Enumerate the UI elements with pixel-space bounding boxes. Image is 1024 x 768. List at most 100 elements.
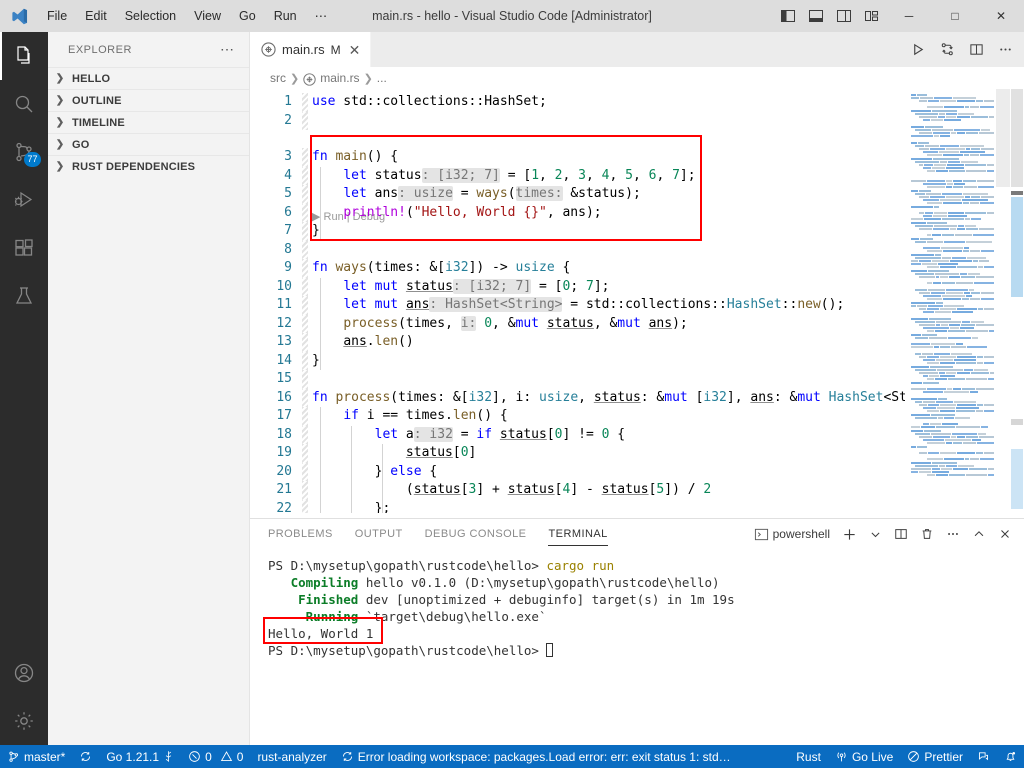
status-problems[interactable]: 0 0 [181, 745, 250, 768]
toggle-panel-icon[interactable] [802, 0, 830, 32]
folding-indicator[interactable] [302, 481, 308, 500]
sidebar-item-run-and-debug[interactable] [0, 176, 48, 224]
folding-indicator[interactable] [302, 351, 308, 370]
breadcrumb-symbol[interactable]: ... [377, 71, 387, 85]
split-terminal-icon[interactable] [890, 523, 912, 545]
folding-indicator[interactable] [302, 259, 308, 278]
sidebar-item-testing[interactable] [0, 272, 48, 320]
terminal-output[interactable]: PS D:\mysetup\gopath\rustcode\hello> car… [250, 549, 1024, 745]
toggle-primary-sidebar-icon[interactable] [774, 0, 802, 32]
close-panel-icon[interactable] [994, 523, 1016, 545]
folding-indicator[interactable] [302, 444, 308, 463]
minimap-slider[interactable] [996, 89, 1010, 187]
code-text[interactable]: fn ways(times: &[i32]) -> usize { [312, 259, 570, 278]
toggle-secondary-sidebar-icon[interactable] [830, 0, 858, 32]
folding-indicator[interactable] [302, 499, 308, 513]
tab-terminal[interactable]: TERMINAL [548, 519, 608, 549]
folding-indicator[interactable] [302, 462, 308, 481]
folding-indicator[interactable] [302, 93, 308, 112]
sidebar-item-explorer[interactable] [0, 32, 48, 80]
folding-indicator[interactable] [302, 388, 308, 407]
folding-indicator[interactable] [302, 314, 308, 333]
tab-debug-console[interactable]: DEBUG CONSOLE [425, 519, 527, 549]
accounts-button[interactable] [0, 649, 48, 697]
tab-problems[interactable]: PROBLEMS [268, 519, 333, 549]
run-and-debug-icon[interactable] [934, 37, 960, 63]
maximize-panel-icon[interactable] [968, 523, 990, 545]
status-notifications[interactable] [997, 745, 1024, 768]
menu-more[interactable]: ⋯ [306, 4, 337, 28]
folding-indicator[interactable] [302, 370, 308, 389]
tab-output[interactable]: OUTPUT [355, 519, 403, 549]
code-text[interactable]: ans.len() [312, 333, 413, 352]
split-editor-icon[interactable] [963, 37, 989, 63]
folding-indicator[interactable] [302, 425, 308, 444]
menu-run[interactable]: Run [265, 4, 306, 28]
status-go-version[interactable]: Go 1.21.1 [99, 745, 181, 768]
folding-indicator[interactable] [302, 166, 308, 185]
sidebar-item-source-control[interactable]: 77 [0, 128, 48, 176]
status-rust-analyzer[interactable]: rust-analyzer [250, 745, 333, 768]
code-text[interactable]: let ans: usize = ways(times: &status); [312, 185, 641, 204]
tab-main-rs[interactable]: main.rs M ✕ [250, 32, 372, 67]
sidebar-more-actions-icon[interactable]: ⋯ [220, 41, 241, 58]
code-text[interactable]: (status[3] + status[4] - status[5]) / 2 [312, 481, 711, 500]
sidebar-item-search[interactable] [0, 80, 48, 128]
terminal-dropdown-icon[interactable] [864, 523, 886, 545]
folding-indicator[interactable] [302, 203, 308, 222]
tab-close-icon[interactable]: ✕ [349, 43, 361, 57]
editor-scrollbar[interactable] [1010, 89, 1024, 513]
code-text[interactable]: } [312, 222, 320, 241]
status-feedback[interactable] [970, 745, 997, 768]
code-text[interactable]: let a: i32 = if status[0] != 0 { [312, 426, 625, 445]
code-text[interactable]: println!("Hello, World {}", ans); [312, 204, 601, 223]
editor-more-actions-icon[interactable] [992, 37, 1018, 63]
terminal-name-label[interactable]: powershell [773, 527, 830, 541]
status-prettier[interactable]: Prettier [900, 745, 970, 768]
menu-file[interactable]: File [38, 4, 76, 28]
sidebar-item-extensions[interactable] [0, 224, 48, 272]
folding-indicator[interactable] [302, 185, 308, 204]
status-workspace-error[interactable]: Error loading workspace: packages.Load e… [334, 745, 743, 768]
code-text[interactable]: fn main() { [312, 148, 398, 167]
run-code-icon[interactable] [905, 37, 931, 63]
folding-indicator[interactable] [302, 111, 308, 130]
menu-view[interactable]: View [185, 4, 230, 28]
close-button[interactable]: ✕ [978, 0, 1024, 32]
minimize-button[interactable]: ─ [886, 0, 932, 32]
status-sync[interactable] [72, 745, 99, 768]
code-text[interactable]: } [312, 352, 320, 371]
folding-indicator[interactable] [302, 240, 308, 259]
folding-indicator[interactable] [302, 148, 308, 167]
breadcrumb[interactable]: src ❯ main.rs ❯ ... [250, 67, 1024, 89]
folding-indicator[interactable] [302, 222, 308, 241]
settings-button[interactable] [0, 697, 48, 745]
sidebar-item-go[interactable]: ❯ GO [48, 133, 249, 155]
customize-layout-icon[interactable] [858, 0, 886, 32]
sidebar-item-outline[interactable]: ❯ OUTLINE [48, 89, 249, 111]
status-branch[interactable]: master* [0, 745, 72, 768]
sidebar-item-hello[interactable]: ❯ HELLO [48, 67, 249, 89]
code-text[interactable]: use std::collections::HashSet; [312, 93, 547, 112]
folding-indicator[interactable] [302, 277, 308, 296]
breadcrumb-src[interactable]: src [270, 71, 286, 85]
folding-indicator[interactable] [302, 296, 308, 315]
code-text[interactable]: status[0] [312, 444, 476, 463]
new-terminal-icon[interactable] [838, 523, 860, 545]
sidebar-item-rust-dependencies[interactable]: ❯ RUST DEPENDENCIES [48, 155, 249, 177]
code-text[interactable]: let status: [i32; 7] = [1, 2, 3, 4, 5, 6… [312, 167, 696, 186]
status-language-mode[interactable]: Rust [789, 745, 828, 768]
status-go-live[interactable]: Go Live [828, 745, 900, 768]
kill-terminal-icon[interactable] [916, 523, 938, 545]
maximize-button[interactable]: □ [932, 0, 978, 32]
folding-indicator[interactable] [302, 407, 308, 426]
sidebar-item-timeline[interactable]: ❯ TIMELINE [48, 111, 249, 133]
code-text[interactable]: process(times, i: 0, &mut status, &mut a… [312, 315, 688, 334]
code-text[interactable]: if i == times.len() { [312, 407, 507, 426]
menu-edit[interactable]: Edit [76, 4, 116, 28]
folding-indicator[interactable] [302, 333, 308, 352]
code-text[interactable]: let mut status: [i32; 7] = [0; 7]; [312, 278, 609, 297]
menu-go[interactable]: Go [230, 4, 265, 28]
menu-selection[interactable]: Selection [116, 4, 185, 28]
breadcrumb-file[interactable]: main.rs [320, 71, 359, 85]
